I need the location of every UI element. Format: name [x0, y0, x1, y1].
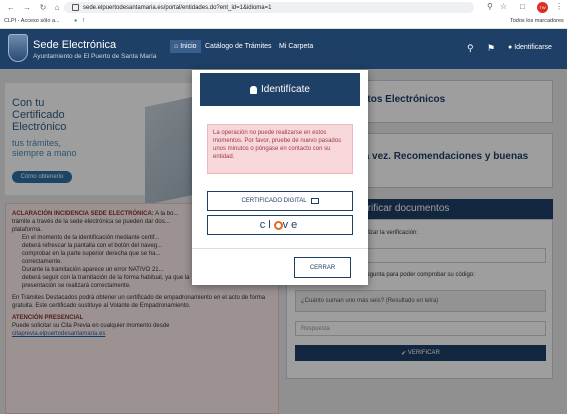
identify-link[interactable]: ● Identificarse	[508, 44, 552, 51]
accessibility-icon[interactable]: ⚑	[487, 43, 495, 54]
user-icon	[250, 85, 258, 94]
home-icon[interactable]: ⌂	[52, 3, 62, 12]
cerrar-button[interactable]: CERRAR	[294, 257, 351, 278]
identify-modal: Identifícate La operación no puede reali…	[192, 70, 368, 285]
address-bar[interactable]: sede.elpuertodesantamaria.es/portal/enti…	[64, 2, 474, 13]
reload-icon[interactable]: ↻	[38, 3, 48, 12]
bookmarks-bar: CLPI - Acceso sólo a... ● ! Todos los ma…	[0, 15, 567, 29]
clave-logo-dot	[273, 220, 283, 230]
certificado-digital-button[interactable]: CERTIFICADO DIGITAL	[207, 191, 353, 211]
search-page-icon[interactable]: ⚲	[487, 2, 493, 11]
bookmark-whatsapp-icon[interactable]: ●	[74, 18, 77, 24]
bookmark-clpi[interactable]: CLPI - Acceso sólo a...	[4, 18, 60, 24]
site-title[interactable]: Sede Electrónica	[33, 39, 116, 51]
url-text: sede.elpuertodesantamaria.es/portal/enti…	[83, 4, 272, 11]
search-icon[interactable]: ⚲	[467, 43, 474, 54]
clave-button[interactable]: cl ve	[207, 215, 353, 235]
modal-title: Identifícate	[261, 84, 310, 95]
site-subtitle: Ayuntamiento de El Puerto de Santa María	[33, 53, 157, 60]
clave-logo: cl ve	[259, 219, 301, 231]
certificate-card-icon	[310, 198, 319, 204]
bookmark-star-icon[interactable]: ☆	[500, 2, 507, 11]
menu-mi-carpeta[interactable]: Mi Carpeta	[279, 43, 313, 50]
menu-inicio[interactable]: ⌂ Inicio	[170, 40, 201, 53]
menu-catalogo[interactable]: Catálogo de Trámites	[205, 43, 272, 50]
error-alert: La operación no puede realizarse en esto…	[207, 124, 353, 174]
modal-divider	[192, 248, 368, 249]
city-crest-logo[interactable]	[8, 34, 28, 62]
modal-header: Identifícate	[200, 73, 360, 106]
site-info-icon[interactable]	[72, 4, 79, 11]
browser-toolbar: ← → ↻ ⌂ sede.elpuertodesantamaria.es/por…	[0, 0, 567, 15]
bookmark-two[interactable]: !	[83, 18, 85, 24]
back-icon[interactable]: ←	[6, 3, 16, 12]
sidepanel-icon[interactable]: □	[520, 2, 525, 11]
menu-kebab-icon[interactable]: ⋮	[555, 2, 563, 11]
forward-icon[interactable]: →	[22, 3, 32, 12]
profile-avatar[interactable]: TW	[537, 2, 548, 13]
browser-window: ← → ↻ ⌂ sede.elpuertodesantamaria.es/por…	[0, 0, 567, 414]
all-bookmarks-link[interactable]: Todos los marcadores	[510, 18, 564, 24]
site-header: Sede Electrónica Ayuntamiento de El Puer…	[0, 29, 567, 69]
